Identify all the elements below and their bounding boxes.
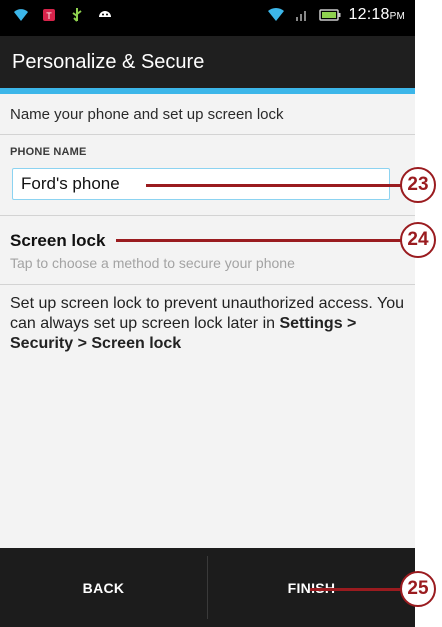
callout-line-25 — [310, 588, 402, 591]
status-bar: T 12:18PM — [0, 0, 415, 36]
usb-icon — [72, 8, 82, 22]
wifi-signal-icon — [267, 7, 284, 21]
section-subtitle: Name your phone and set up screen lock — [0, 94, 415, 135]
screen-lock-subtitle: Tap to choose a method to secure your ph… — [10, 255, 295, 271]
callout-23: 23 — [400, 167, 436, 203]
callout-line-23 — [146, 184, 402, 187]
cell-signal-icon — [295, 11, 306, 21]
app-header: Personalize & Secure — [0, 36, 415, 88]
phone-name-label: PHONE NAME — [10, 146, 87, 158]
android-icon — [99, 11, 111, 17]
phone-screen: T 12:18PM Personalize & Secure Name your… — [0, 0, 415, 627]
status-time: 12:18PM — [348, 6, 405, 23]
main-content: Name your phone and set up screen lock P… — [0, 94, 415, 548]
back-button[interactable]: BACK — [0, 548, 207, 627]
callout-25: 25 — [400, 571, 436, 607]
page-title: Personalize & Secure — [12, 50, 205, 73]
screen-lock-title: Screen lock — [10, 231, 106, 250]
divider — [0, 284, 415, 285]
subtitle-text: Name your phone and set up screen lock — [10, 105, 284, 123]
callout-line-24 — [116, 239, 402, 242]
notification-icon: T — [43, 9, 55, 21]
screen-lock-description: Set up screen lock to prevent unauthoriz… — [10, 295, 405, 352]
divider — [0, 215, 415, 216]
wifi-icon — [14, 9, 28, 21]
svg-text:T: T — [46, 11, 52, 21]
battery-icon — [318, 9, 341, 21]
callout-24: 24 — [400, 222, 436, 258]
